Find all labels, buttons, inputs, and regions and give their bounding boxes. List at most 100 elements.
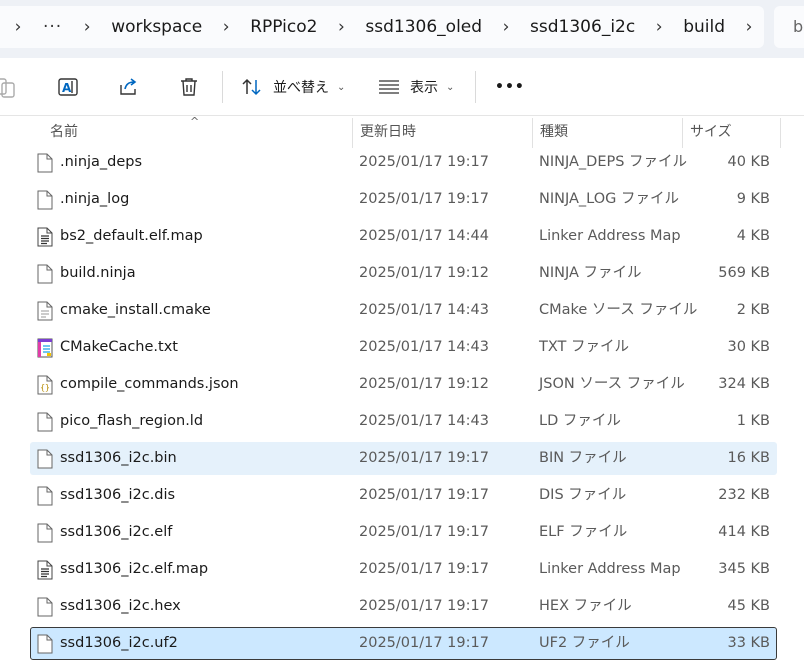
file-type: NINJA_LOG ファイル <box>539 191 679 207</box>
file-size: 1 KB <box>736 413 770 429</box>
file-size: 569 KB <box>718 265 770 281</box>
file-type: ELF ファイル <box>539 524 628 540</box>
file-modified-date: 2025/01/17 19:17 <box>359 598 489 614</box>
address-bar[interactable]: › ··· › workspace › RPPico2 › ssd1306_ol… <box>0 6 764 48</box>
column-header-type[interactable]: 種類 <box>532 116 682 148</box>
file-modified-date: 2025/01/17 14:43 <box>359 339 489 355</box>
more-options-button[interactable]: ••• <box>495 58 525 116</box>
file-size: 30 KB <box>727 339 770 355</box>
file-row[interactable]: cmake_install.cmake 2025/01/17 14:43 CMake… <box>30 294 777 327</box>
file-row[interactable]: ssd1306_i2c.bin 2025/01/17 19:17 BIN ファイル 1… <box>30 442 777 475</box>
file-modified-date: 2025/01/17 19:17 <box>359 635 489 651</box>
chevron-right-icon[interactable]: › <box>10 17 26 37</box>
toolbar-divider <box>222 71 223 103</box>
file-size: 45 KB <box>727 598 770 614</box>
file-list: ^ 名前 更新日時 種類 サイズ .ninja_deps 2025/01/17 1… <box>0 115 804 670</box>
chevron-right-icon[interactable]: › <box>498 17 514 37</box>
file-icon <box>37 634 53 654</box>
file-modified-date: 2025/01/17 19:17 <box>359 154 489 170</box>
list-view-icon <box>379 80 399 94</box>
file-name: ssd1306_i2c.hex <box>60 598 181 614</box>
file-size: 324 KB <box>718 376 770 392</box>
file-name: pico_flash_region.ld <box>60 413 204 429</box>
file-icon <box>37 486 53 506</box>
file-row[interactable]: ssd1306_i2c.dis 2025/01/17 19:17 DIS ファイル 2… <box>30 479 777 512</box>
chevron-down-icon: ⌄ <box>337 81 346 93</box>
file-name: ssd1306_i2c.bin <box>60 450 177 466</box>
file-modified-date: 2025/01/17 19:17 <box>359 561 489 577</box>
delete-button[interactable] <box>179 58 199 116</box>
column-header-size[interactable]: サイズ <box>682 116 780 148</box>
file-row[interactable]: build.ninja 2025/01/17 19:12 NINJA ファイル 569… <box>30 257 777 290</box>
file-modified-date: 2025/01/17 19:17 <box>359 524 489 540</box>
breadcrumb-item-ssd1306-oled[interactable]: ssd1306_oled <box>356 17 491 37</box>
address-bar-area: › ··· › workspace › RPPico2 › ssd1306_ol… <box>0 0 804 58</box>
file-type: JSON ソース ファイル <box>539 376 685 392</box>
file-row[interactable]: .ninja_log 2025/01/17 19:17 NINJA_LOG ファイル… <box>30 183 777 216</box>
json-file-icon: {} <box>37 375 53 395</box>
breadcrumb-item-rppico2[interactable]: RPPico2 <box>241 17 326 37</box>
view-button[interactable]: 表示 ⌄ <box>378 58 454 116</box>
file-row[interactable]: ssd1306_i2c.elf.map 2025/01/17 19:17 Linke… <box>30 553 777 586</box>
column-header-date[interactable]: 更新日時 <box>352 116 532 148</box>
copy-button[interactable] <box>0 58 20 116</box>
chevron-right-icon[interactable]: › <box>651 17 667 37</box>
file-row[interactable]: pico_flash_region.ld 2025/01/17 14:43 LD フ… <box>30 405 777 438</box>
column-divider[interactable] <box>780 118 781 148</box>
file-icon <box>37 190 53 210</box>
file-name: bs2_default.elf.map <box>60 228 203 244</box>
search-input[interactable]: b <box>774 6 804 48</box>
breadcrumb-overflow-button[interactable]: ··· <box>33 17 72 37</box>
file-modified-date: 2025/01/17 14:43 <box>359 302 489 318</box>
file-type: NINJA ファイル <box>539 265 642 281</box>
svg-text:{}: {} <box>40 383 50 392</box>
file-size: 9 KB <box>736 191 770 207</box>
share-icon <box>120 78 137 95</box>
column-header-name[interactable]: 名前 <box>42 116 352 148</box>
breadcrumb-item-build[interactable]: build <box>674 17 734 37</box>
file-size: 414 KB <box>718 524 770 540</box>
chevron-right-icon[interactable]: › <box>333 17 349 37</box>
command-bar: A 並べ替え ⌄ 表示 ⌄ ••• <box>0 58 804 116</box>
text-file-icon <box>37 560 53 580</box>
file-row[interactable]: .ninja_deps 2025/01/17 19:17 NINJA_DEPS ファ… <box>30 146 777 179</box>
file-modified-date: 2025/01/17 19:12 <box>359 265 489 281</box>
file-size: 232 KB <box>718 487 770 503</box>
file-type: BIN ファイル <box>539 450 627 466</box>
file-type: Linker Address Map <box>539 561 681 577</box>
file-modified-date: 2025/01/17 19:17 <box>359 191 489 207</box>
toolbar-divider <box>475 71 476 103</box>
file-type: CMake ソース ファイル <box>539 302 698 318</box>
text-file-icon <box>37 227 53 247</box>
file-modified-date: 2025/01/17 19:17 <box>359 450 489 466</box>
chevron-right-icon[interactable]: › <box>741 17 757 37</box>
share-button[interactable] <box>118 58 140 116</box>
file-icon <box>37 449 53 469</box>
file-type: DIS ファイル <box>539 487 627 503</box>
file-row[interactable]: {} compile_commands.json 2025/01/17 19:12 J… <box>30 368 777 401</box>
file-name: .ninja_log <box>60 191 130 207</box>
file-type: HEX ファイル <box>539 598 632 614</box>
file-type: LD ファイル <box>539 413 621 429</box>
sort-button[interactable]: 並べ替え ⌄ <box>241 58 345 116</box>
file-row[interactable]: bs2_default.elf.map 2025/01/17 14:44 Linke… <box>30 220 777 253</box>
file-row[interactable]: CMakeCache.txt 2025/01/17 14:43 TXT ファイル 30… <box>30 331 777 364</box>
file-type: NINJA_DEPS ファイル <box>539 154 688 170</box>
breadcrumb-item-workspace[interactable]: workspace <box>102 17 211 37</box>
file-row[interactable]: ssd1306_i2c.uf2 2025/01/17 19:17 UF2 ファイル 3… <box>30 627 777 660</box>
file-row[interactable]: ssd1306_i2c.hex 2025/01/17 19:17 HEX ファイル 4… <box>30 590 777 623</box>
file-name: ssd1306_i2c.elf <box>60 524 173 540</box>
breadcrumb-item-ssd1306-i2c[interactable]: ssd1306_i2c <box>521 17 644 37</box>
file-modified-date: 2025/01/17 14:44 <box>359 228 489 244</box>
sort-label: 並べ替え <box>273 80 329 96</box>
chevron-right-icon[interactable]: › <box>218 17 234 37</box>
file-name: ssd1306_i2c.uf2 <box>60 635 178 651</box>
sort-icon <box>242 78 261 96</box>
rename-button[interactable]: A <box>57 58 81 116</box>
file-row[interactable]: ssd1306_i2c.elf 2025/01/17 19:17 ELF ファイル 4… <box>30 516 777 549</box>
chevron-right-icon[interactable]: › <box>79 17 95 37</box>
file-type: TXT ファイル <box>539 339 630 355</box>
svg-text:A: A <box>62 81 72 95</box>
file-size: 4 KB <box>736 228 770 244</box>
file-name: cmake_install.cmake <box>60 302 211 318</box>
